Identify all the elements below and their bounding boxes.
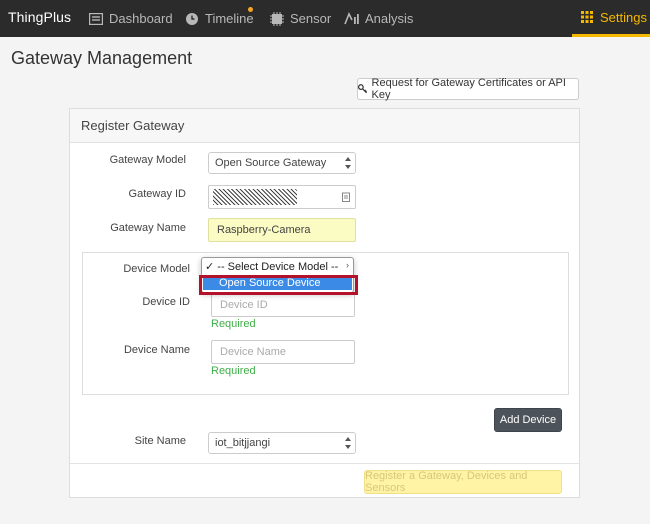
top-navbar: ThingPlus Dashboard Timeline Sensor Anal… xyxy=(0,0,650,37)
gateway-id-label: Gateway ID xyxy=(128,188,186,200)
dropdown-option-select-model[interactable]: ✓ -- Select Device Model -- xyxy=(205,260,338,273)
gateway-id-field[interactable] xyxy=(208,185,356,209)
device-id-placeholder: Device ID xyxy=(220,299,268,311)
analysis-icon xyxy=(344,12,359,25)
dropdown-option-select-label: -- Select Device Model -- xyxy=(217,261,339,273)
device-name-required: Required xyxy=(211,365,256,377)
page-title: Gateway Management xyxy=(11,48,193,68)
gateway-model-value: Open Source Gateway xyxy=(215,157,327,169)
key-icon xyxy=(358,84,368,94)
panel-title: Register Gateway xyxy=(81,118,185,133)
gateway-name-value: Raspberry-Camera xyxy=(217,224,311,236)
redacted-gateway-id xyxy=(213,189,297,205)
select-arrows-icon xyxy=(345,437,351,449)
device-name-label: Device Name xyxy=(123,344,190,356)
nav-item-dashboard[interactable]: Dashboard xyxy=(89,0,173,37)
clipboard-icon[interactable] xyxy=(342,192,350,202)
brand-logo[interactable]: ThingPlus xyxy=(8,9,71,25)
gateway-name-field[interactable]: Raspberry-Camera xyxy=(208,218,356,242)
gateway-model-select[interactable]: Open Source Gateway xyxy=(208,152,356,174)
register-button[interactable]: Register a Gateway, Devices and Sensors xyxy=(364,470,562,494)
clock-icon xyxy=(186,12,198,25)
dropdown-arrow-icon: › xyxy=(346,260,349,270)
nav-item-analysis[interactable]: Analysis xyxy=(344,0,413,37)
panel-header: Register Gateway xyxy=(70,109,579,143)
request-certificates-label: Request for Gateway Certificates or API … xyxy=(371,77,566,101)
site-name-select[interactable]: iot_bitjjangi xyxy=(208,432,356,454)
divider xyxy=(70,463,579,464)
site-name-label: Site Name xyxy=(134,435,186,447)
register-button-label: Register a Gateway, Devices and Sensors xyxy=(365,470,528,494)
device-id-label: Device ID xyxy=(142,296,190,308)
device-model-label: Device Model xyxy=(123,263,190,275)
device-id-field[interactable]: Device ID xyxy=(211,293,355,317)
nav-label-analysis: Analysis xyxy=(365,11,414,26)
notification-dot xyxy=(248,7,253,12)
device-name-placeholder: Device Name xyxy=(220,346,287,358)
grid-icon xyxy=(581,11,593,23)
sensor-icon xyxy=(270,11,284,26)
add-device-button[interactable]: Add Device xyxy=(494,408,562,432)
gateway-model-label: Gateway Model xyxy=(109,154,186,166)
highlight-box xyxy=(199,275,358,295)
nav-item-sensor[interactable]: Sensor xyxy=(270,0,331,37)
nav-item-timeline[interactable]: Timeline xyxy=(185,0,254,37)
add-device-label: Add Device xyxy=(499,414,557,426)
nav-label-settings: Settings xyxy=(600,9,647,25)
device-name-field[interactable]: Device Name xyxy=(211,340,355,364)
nav-item-settings[interactable]: Settings xyxy=(572,0,650,37)
nav-label-sensor: Sensor xyxy=(290,11,332,26)
site-name-value: iot_bitjjangi xyxy=(215,437,271,449)
nav-label-timeline: Timeline xyxy=(205,11,254,26)
select-arrows-icon xyxy=(345,157,351,169)
request-certificates-button[interactable]: Request for Gateway Certificates or API … xyxy=(357,77,579,101)
dashboard-icon xyxy=(89,12,103,25)
device-id-required: Required xyxy=(211,318,256,330)
gateway-name-label: Gateway Name xyxy=(110,222,186,234)
nav-label-dashboard: Dashboard xyxy=(109,11,173,26)
